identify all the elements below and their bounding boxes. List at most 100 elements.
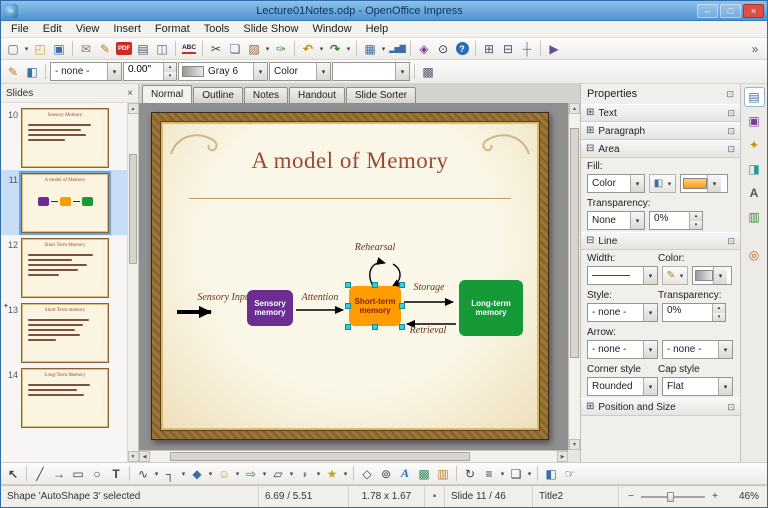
glue-points-icon[interactable]: ⊚ <box>377 465 395 483</box>
selection-handle[interactable] <box>372 282 378 288</box>
dropdown-arrow[interactable]: ▾ <box>718 341 732 358</box>
dropdown-arrow[interactable]: ▾ <box>630 175 644 192</box>
fill-color-picker[interactable]: ▾ <box>680 174 728 193</box>
menu-tools[interactable]: Tools <box>197 22 237 36</box>
possize-dialog-launcher-icon[interactable]: ⊡ <box>727 402 735 413</box>
dropdown-arrow[interactable]: ▾ <box>718 378 732 395</box>
stars-dropdown-arrow[interactable]: ▾ <box>342 470 349 478</box>
zoom-icon[interactable]: ⊙ <box>434 40 452 58</box>
line-width-combo[interactable]: ▾ <box>587 266 658 285</box>
spin-up[interactable]: ▴ <box>690 212 702 221</box>
paste-icon[interactable]: ▨ <box>245 40 263 58</box>
callouts-icon[interactable]: ◗ <box>296 465 314 483</box>
label-storage[interactable]: Storage <box>402 282 456 293</box>
table-dropdown-arrow[interactable]: ▾ <box>380 45 387 53</box>
fill-type-combo[interactable]: Color ▾ <box>269 62 331 81</box>
scroll-thumb[interactable] <box>129 154 137 264</box>
spin-down[interactable]: ▾ <box>690 221 702 230</box>
arrow-start-combo[interactable]: - none - ▾ <box>587 340 658 359</box>
collapse-icon[interactable]: ⊟ <box>586 236 594 246</box>
selection-handle[interactable] <box>399 282 405 288</box>
scroll-track[interactable] <box>569 114 580 439</box>
section-paragraph[interactable]: ⊞ Paragraph ⊡ <box>581 122 740 140</box>
line-style-combo-sidebar[interactable]: - none - ▾ <box>587 303 658 322</box>
slide-thumbnail-selected[interactable]: A model of Memory <box>21 173 109 233</box>
fill-color-dropdown[interactable]: ▾ <box>395 63 409 80</box>
connector-tool-icon[interactable]: ┐ <box>161 465 179 483</box>
basic-shapes-icon[interactable]: ◆ <box>188 465 206 483</box>
interaction-icon[interactable]: ☞ <box>561 465 579 483</box>
undo-dropdown-arrow[interactable]: ▾ <box>318 45 325 53</box>
scroll-up-arrow[interactable]: ▲ <box>569 103 580 114</box>
line-color-pencil-button[interactable]: ✎ ▾ <box>662 266 688 285</box>
alignment-icon[interactable]: ≡ <box>480 465 498 483</box>
symbol-shapes-icon[interactable]: ☺ <box>215 465 233 483</box>
selection-handle[interactable] <box>372 324 378 330</box>
expand-icon[interactable]: ⊞ <box>586 126 594 136</box>
print-icon[interactable]: ▤ <box>134 40 152 58</box>
area-dialog-icon[interactable]: ◧ <box>23 63 41 81</box>
line-style-combo[interactable]: - none - ▾ <box>50 62 122 81</box>
alignment-dropdown-arrow[interactable]: ▾ <box>499 470 506 478</box>
save-icon[interactable]: ▣ <box>50 40 68 58</box>
gallery-icon[interactable]: ▥ <box>434 465 452 483</box>
scroll-right-arrow[interactable]: ▶ <box>557 451 568 462</box>
scroll-track[interactable] <box>150 451 557 462</box>
basic-shapes-dropdown-arrow[interactable]: ▾ <box>207 470 214 478</box>
scroll-thumb[interactable] <box>170 452 470 461</box>
line-width-spinner[interactable]: 0.00" ▴ ▾ <box>123 62 177 81</box>
transparency-type-combo[interactable]: None ▾ <box>587 211 645 230</box>
tab-normal[interactable]: Normal <box>142 85 192 103</box>
navigator-tab-icon[interactable]: ◎ <box>744 245 765 265</box>
navigator-icon[interactable]: ◈ <box>415 40 433 58</box>
spin-down[interactable]: ▾ <box>713 313 725 322</box>
symbol-shapes-dropdown-arrow[interactable]: ▾ <box>234 470 241 478</box>
line-arrow-end-icon[interactable]: → <box>50 465 68 483</box>
label-retrieval[interactable]: Retrieval <box>399 325 457 336</box>
area-fill-type-combo[interactable]: Color ▾ <box>587 174 645 193</box>
line-transparency-spinner[interactable]: 0% ▴▾ <box>662 303 726 322</box>
clone-formatting-icon[interactable]: ✑ <box>272 40 290 58</box>
spin-up[interactable]: ▴ <box>164 63 176 72</box>
snap-to-grid-icon[interactable]: ⊟ <box>499 40 517 58</box>
dropdown-arrow[interactable]: ▾ <box>643 267 657 284</box>
block-arrows-dropdown-arrow[interactable]: ▾ <box>261 470 268 478</box>
tab-handout[interactable]: Handout <box>289 87 345 103</box>
slide-thumbnail[interactable]: Long-Term Memory <box>21 368 109 428</box>
line-color-picker[interactable]: ▾ <box>692 266 732 285</box>
slide-template-name[interactable]: Title2 <box>533 486 619 507</box>
menu-help[interactable]: Help <box>359 22 396 36</box>
zoom-in-button[interactable]: + <box>709 491 721 502</box>
edit-file-icon[interactable]: ✎ <box>96 40 114 58</box>
dropdown-arrow[interactable]: ▾ <box>630 212 644 229</box>
expand-icon[interactable]: ⊞ <box>586 108 594 118</box>
tab-notes[interactable]: Notes <box>244 87 288 103</box>
text-tool-icon[interactable]: T <box>107 465 125 483</box>
menu-window[interactable]: Window <box>305 22 358 36</box>
cut-icon[interactable]: ✂ <box>207 40 225 58</box>
line-color-dropdown[interactable]: ▾ <box>253 63 267 80</box>
menu-edit[interactable]: Edit <box>36 22 69 36</box>
undo-icon[interactable]: ↶ <box>299 40 317 58</box>
long-term-memory-box[interactable]: Long-term memory <box>459 280 523 336</box>
tab-outline[interactable]: Outline <box>193 87 243 103</box>
collapse-icon[interactable]: ⊟ <box>586 144 594 154</box>
new-dropdown-arrow[interactable]: ▾ <box>23 45 30 53</box>
custom-animation-tab-icon[interactable]: ✦ <box>744 135 765 155</box>
export-pdf-icon[interactable]: PDF <box>115 40 133 58</box>
fill-bucket-button[interactable]: ◧ ▾ <box>649 174 676 193</box>
scroll-left-arrow[interactable]: ◀ <box>139 451 150 462</box>
curve-tool-icon[interactable]: ∿ <box>134 465 152 483</box>
line-style-dropdown[interactable]: ▾ <box>107 63 121 80</box>
zoom-percentage[interactable]: 46% <box>731 491 761 502</box>
toolbar-overflow-icon[interactable]: » <box>746 40 764 58</box>
expand-icon[interactable]: ⊞ <box>586 402 594 412</box>
curve-dropdown-arrow[interactable]: ▾ <box>153 470 160 478</box>
connector-dropdown-arrow[interactable]: ▾ <box>180 470 187 478</box>
spellcheck-icon[interactable]: ABC <box>180 40 198 58</box>
arrow-end-combo[interactable]: - none - ▾ <box>662 340 733 359</box>
short-term-memory-box-selected[interactable]: Short-term memory <box>349 286 401 326</box>
corner-style-combo[interactable]: Rounded ▾ <box>587 377 658 396</box>
label-attention[interactable]: Attention <box>294 292 346 303</box>
horizontal-scrollbar[interactable]: ◀ ▶ <box>139 450 568 462</box>
